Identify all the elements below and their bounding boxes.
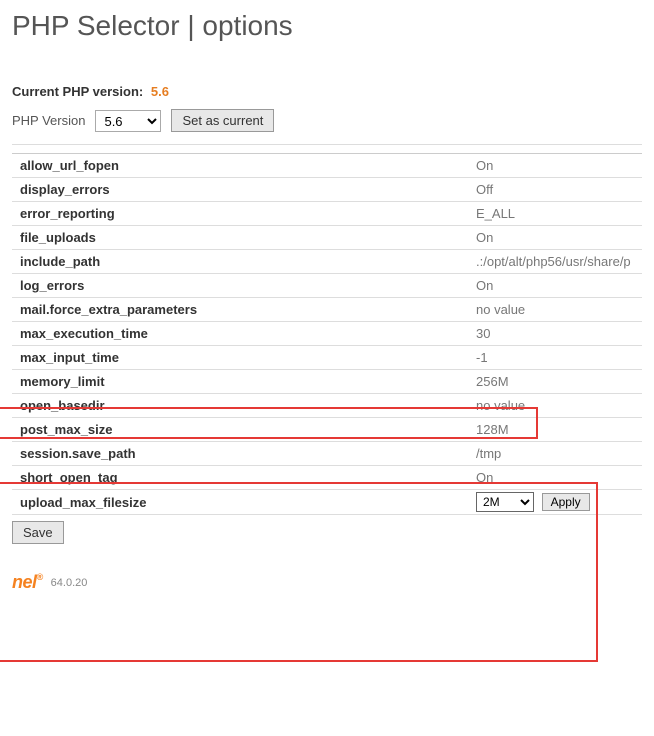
current-php-version-label: Current PHP version: [12,84,143,99]
page-title: PHP Selector | options [0,0,654,46]
current-php-version-row: Current PHP version: 5.6 [12,84,642,99]
option-name: mail.force_extra_parameters [16,302,476,317]
option-row: session.save_path/tmp [12,442,642,466]
option-value[interactable]: Off [476,182,638,197]
option-row: open_basedirno value [12,394,642,418]
option-name: open_basedir [16,398,476,413]
option-row: post_max_size128M [12,418,642,442]
option-value[interactable]: no value [476,302,638,317]
option-name: include_path [16,254,476,269]
option-row: file_uploadsOn [12,226,642,250]
registered-mark: ® [37,572,43,582]
option-row: log_errorsOn [12,274,642,298]
option-name: max_execution_time [16,326,476,341]
option-value[interactable]: /tmp [476,446,638,461]
option-value[interactable]: no value [476,398,638,413]
option-value[interactable]: 128M [476,422,638,437]
option-name: max_input_time [16,350,476,365]
footer: nel® 64.0.20 [12,572,642,593]
option-name: display_errors [16,182,476,197]
option-row: include_path.:/opt/alt/php56/usr/share/p [12,250,642,274]
save-button[interactable]: Save [12,521,64,544]
option-value[interactable]: On [476,230,638,245]
cpanel-logo-text: nel [12,572,37,592]
option-value[interactable]: 30 [476,326,638,341]
current-php-version-value: 5.6 [151,84,169,99]
option-value[interactable]: On [476,470,638,485]
option-value[interactable]: On [476,278,638,293]
option-row: short_open_tagOn [12,466,642,490]
option-row: max_input_time-1 [12,346,642,370]
option-name: log_errors [16,278,476,293]
option-name: upload_max_filesize [16,495,476,510]
option-row: display_errorsOff [12,178,642,202]
footer-version: 64.0.20 [51,577,88,589]
option-name: file_uploads [16,230,476,245]
option-row: error_reportingE_ALL [12,202,642,226]
php-options-table: allow_url_fopenOndisplay_errorsOfferror_… [12,153,642,490]
option-row: memory_limit256M [12,370,642,394]
php-version-label: PHP Version [12,113,85,128]
option-name: allow_url_fopen [16,158,476,173]
php-version-select[interactable]: 5.6 [95,110,161,132]
option-name: error_reporting [16,206,476,221]
php-version-row: PHP Version 5.6 Set as current [12,109,642,145]
option-value[interactable]: -1 [476,350,638,365]
cpanel-logo: nel® [12,572,43,593]
option-value[interactable]: On [476,158,638,173]
option-row: max_execution_time30 [12,322,642,346]
apply-button[interactable]: Apply [542,493,590,511]
upload-max-filesize-select[interactable]: 2M [476,492,534,512]
option-name: session.save_path [16,446,476,461]
option-value: 2M 2M4M8M16M32M64M128M256M512M1G Apply [476,492,638,512]
option-name: post_max_size [16,422,476,437]
option-name: short_open_tag [16,470,476,485]
option-value[interactable]: 256M [476,374,638,389]
option-row-upload-max-filesize: upload_max_filesize 2M 2M4M8M16M32M64M12… [12,490,642,515]
option-value[interactable]: E_ALL [476,206,638,221]
option-value[interactable]: .:/opt/alt/php56/usr/share/p [476,254,638,269]
option-row: allow_url_fopenOn [12,154,642,178]
option-row: mail.force_extra_parametersno value [12,298,642,322]
set-as-current-button[interactable]: Set as current [171,109,274,132]
option-name: memory_limit [16,374,476,389]
